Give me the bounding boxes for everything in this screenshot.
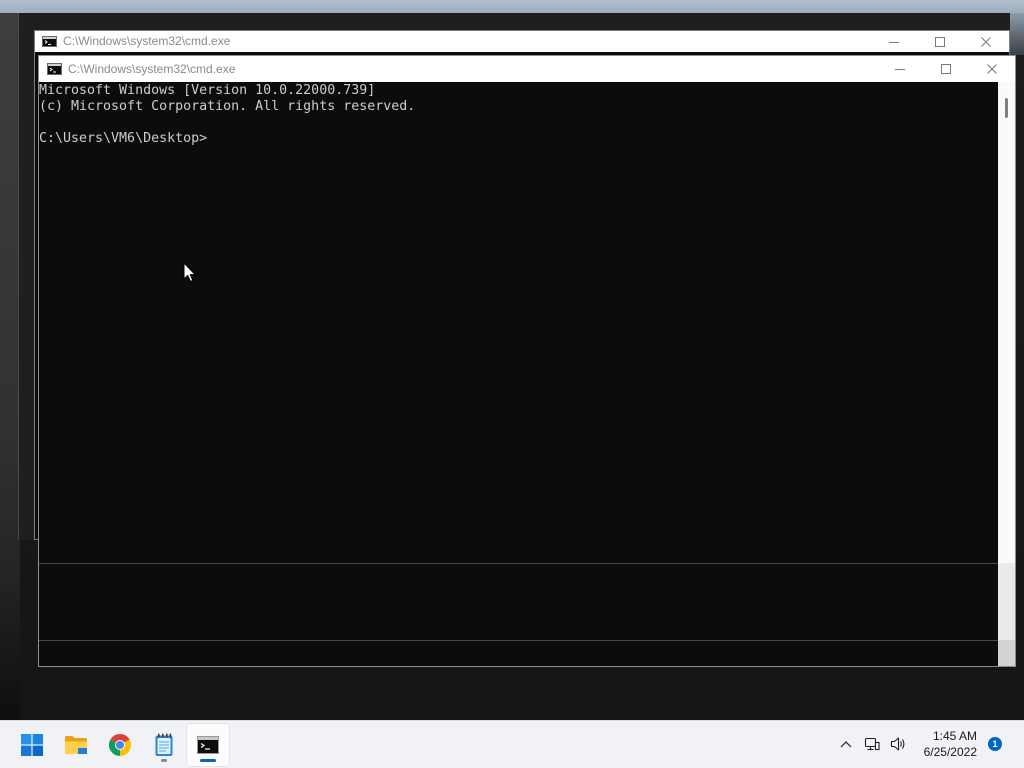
window-title: C:\Windows\system32\cmd.exe [63, 34, 231, 48]
window-controls [877, 56, 1015, 82]
taskbar: 1:45 AM 6/25/2022 1 [0, 720, 1024, 768]
desktop-right-edge [1010, 13, 1024, 55]
maximize-button[interactable] [917, 31, 963, 52]
close-icon [981, 36, 991, 47]
console-prompt: C:\Users\VM6\Desktop> [39, 131, 208, 146]
cmd-icon [42, 36, 57, 47]
mouse-cursor-icon [183, 262, 196, 282]
chevron-up-icon [840, 741, 852, 748]
desktop-left-edge [0, 13, 20, 720]
title-bar[interactable]: C:\Windows\system32\cmd.exe [35, 31, 1009, 52]
vertical-scrollbar[interactable] [998, 82, 1015, 666]
show-hidden-icons-button[interactable] [834, 732, 858, 756]
maximize-icon [941, 64, 951, 74]
file-explorer-icon [65, 736, 87, 754]
active-indicator [200, 759, 216, 762]
taskbar-file-explorer[interactable] [54, 723, 98, 767]
clock-time: 1:45 AM [932, 729, 977, 743]
console-divider [39, 563, 998, 564]
scrollbar-track-lower [998, 563, 1015, 640]
notification-badge[interactable]: 1 [988, 737, 1002, 751]
scrollbar-track-bottom [998, 640, 1015, 666]
title-bar[interactable]: C:\Windows\system32\cmd.exe [39, 56, 1015, 82]
windows-start-icon [21, 734, 43, 756]
taskbar-chrome[interactable] [98, 723, 142, 767]
minimize-button[interactable] [871, 31, 917, 52]
scrollbar-thumb[interactable] [1005, 98, 1008, 118]
window-controls [871, 31, 1009, 52]
close-button[interactable] [963, 31, 1009, 52]
clock-date: 6/25/2022 [923, 745, 977, 759]
clock[interactable]: 1:45 AM 6/25/2022 [907, 728, 977, 760]
console-line: Microsoft Windows [Version 10.0.22000.73… [39, 83, 376, 98]
running-indicator [161, 759, 167, 762]
console-output[interactable]: Microsoft Windows [Version 10.0.22000.73… [39, 82, 998, 666]
notepad-icon [155, 733, 173, 756]
cmd-icon [47, 63, 62, 75]
command-prompt-icon [197, 736, 219, 754]
start-button[interactable] [10, 723, 54, 767]
cmd-window-front[interactable]: C:\Windows\system32\cmd.exe Microsoft Wi… [38, 55, 1016, 667]
close-icon [987, 64, 997, 74]
console-line: (c) Microsoft Corporation. All rights re… [39, 99, 416, 114]
window-title: C:\Windows\system32\cmd.exe [68, 62, 236, 76]
console-divider [39, 640, 998, 641]
network-button[interactable] [860, 732, 884, 756]
network-icon [864, 737, 880, 751]
maximize-button[interactable] [923, 56, 969, 82]
minimize-button[interactable] [877, 56, 923, 82]
minimize-icon [895, 69, 905, 70]
taskbar-command-prompt[interactable] [186, 723, 230, 767]
close-button[interactable] [969, 56, 1015, 82]
taskbar-notepad[interactable] [142, 723, 186, 767]
minimize-icon [889, 41, 899, 43]
maximize-icon [935, 36, 945, 47]
volume-icon [890, 737, 905, 751]
chrome-icon [109, 734, 131, 756]
